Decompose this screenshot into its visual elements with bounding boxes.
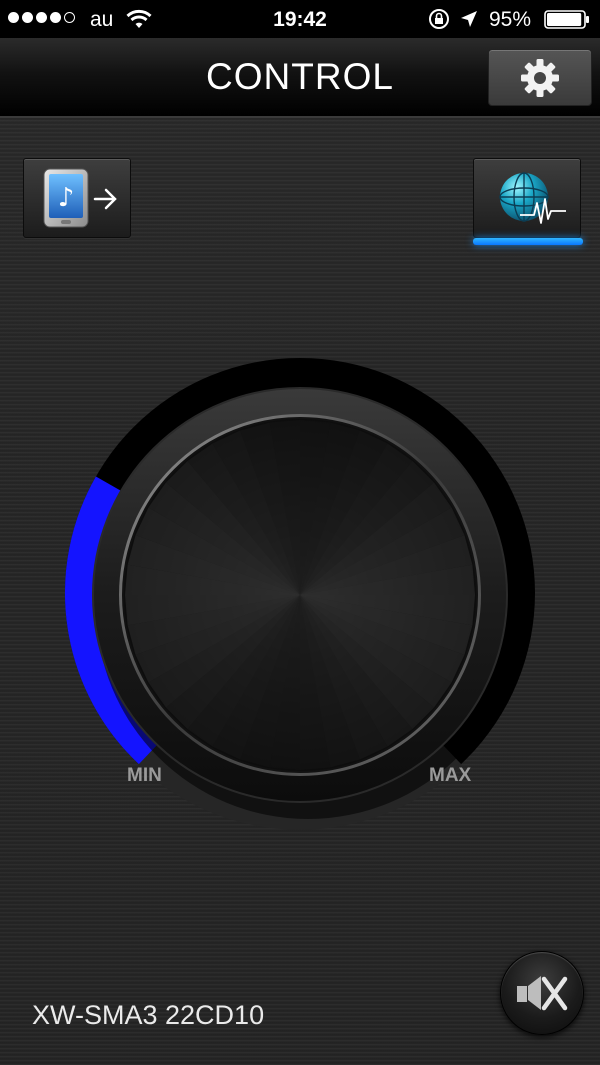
volume-min-label: MIN <box>127 765 162 786</box>
status-bar: au 19:42 95% <box>0 0 600 38</box>
nav-bar: CONTROL <box>0 38 600 118</box>
volume-knob[interactable] <box>60 355 540 835</box>
battery-percent: 95% <box>489 8 532 31</box>
rotation-lock-icon <box>429 9 449 29</box>
network-standby-button[interactable] <box>473 158 581 238</box>
location-arrow-icon <box>461 11 477 27</box>
phone-music-arrow-icon: ♪ <box>43 168 117 228</box>
device-name: XW-SMA3 22CD10 <box>32 1000 265 1030</box>
battery-icon <box>544 10 589 29</box>
volume-max-label: MAX <box>429 765 472 786</box>
network-status-indicator <box>473 238 583 245</box>
svg-text:♪: ♪ <box>58 183 75 213</box>
speaker-muted-icon <box>517 976 568 1011</box>
globe-waveform-icon <box>499 172 566 224</box>
settings-button[interactable] <box>488 49 592 106</box>
gear-icon <box>521 58 559 97</box>
source-select-button[interactable]: ♪ <box>23 158 131 238</box>
mute-button[interactable] <box>500 951 584 1035</box>
